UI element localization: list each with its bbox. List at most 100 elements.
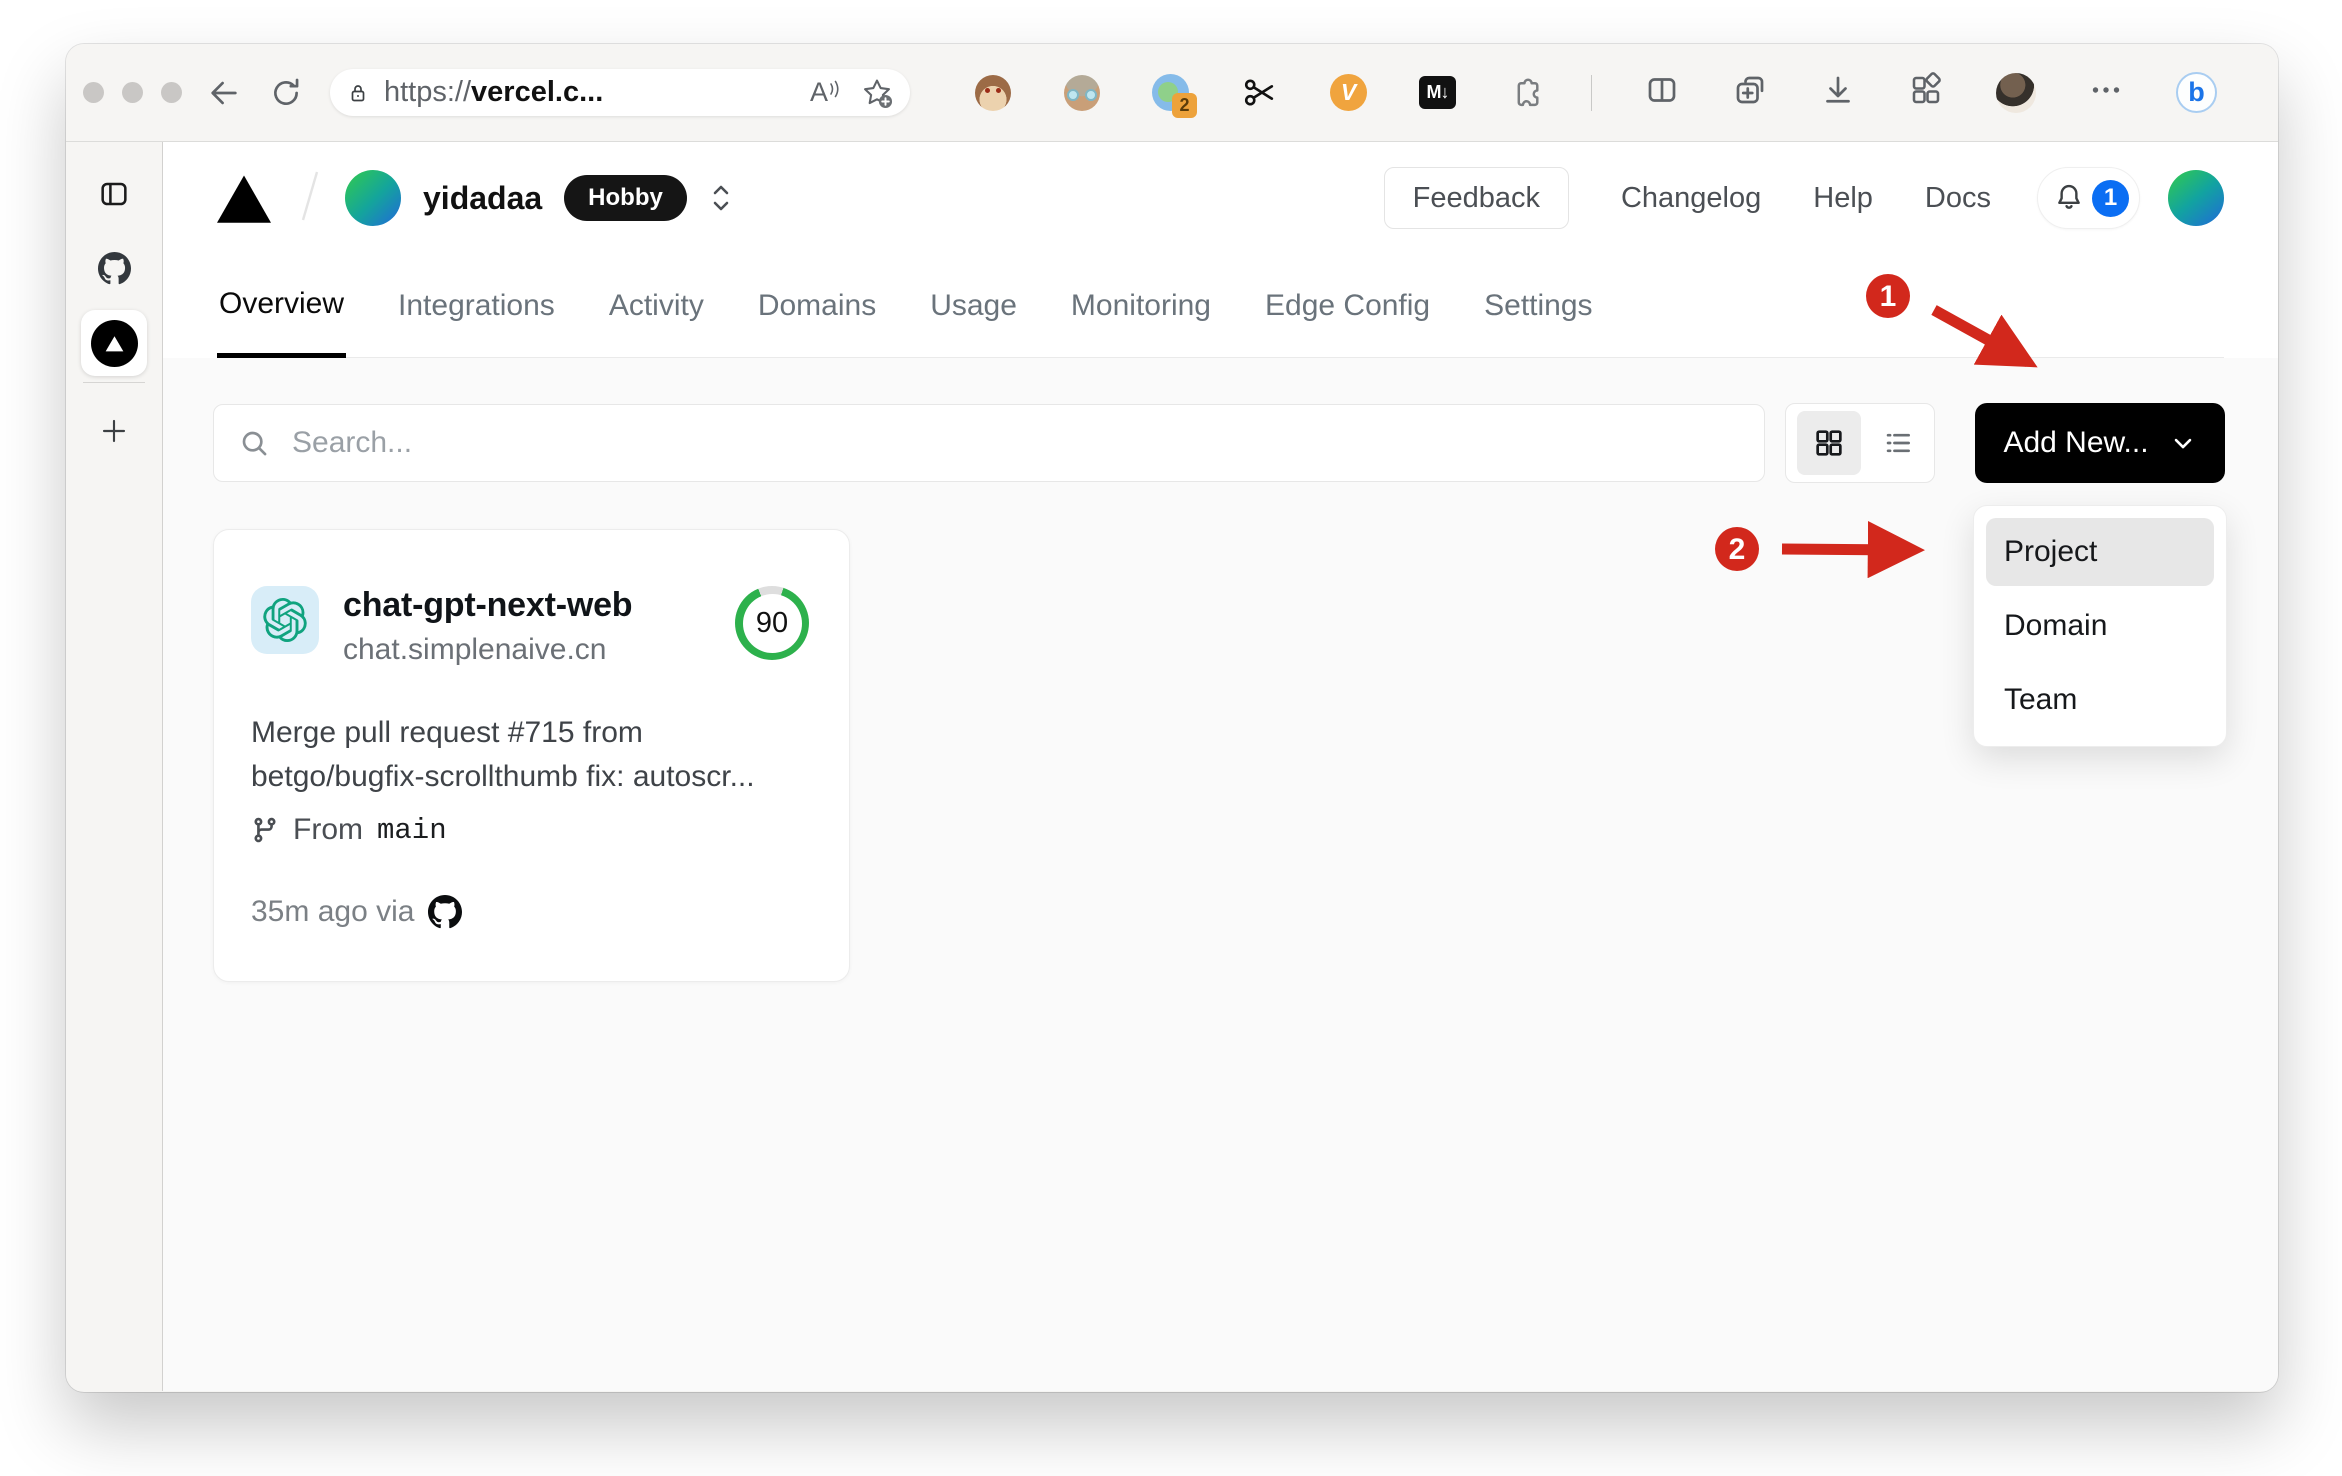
close-window-button[interactable]: [83, 82, 104, 103]
back-arrow-icon: [211, 81, 237, 104]
ellipsis-icon: [2092, 87, 2120, 93]
user-avatar[interactable]: [2168, 170, 2224, 226]
vercel-tab-favicon: [90, 319, 138, 367]
feedback-button[interactable]: Feedback: [1383, 167, 1569, 229]
extension-icons: 2 V M↓: [974, 74, 1545, 118]
sidebar-tab-github[interactable]: [97, 252, 131, 285]
deploy-meta: 35m ago via: [251, 895, 809, 929]
scissors-glyph: [1244, 79, 1274, 106]
puzzle-glyph: [1517, 78, 1539, 107]
team-name[interactable]: yidadaa: [423, 180, 542, 217]
url-domain: vercel.c...: [471, 76, 604, 108]
project-domain[interactable]: chat.simplenaive.cn: [343, 633, 725, 667]
window-controls: [83, 82, 182, 103]
extensions-puzzle-icon[interactable]: [1508, 74, 1545, 111]
tab-overview[interactable]: Overview: [217, 254, 347, 358]
avatar-extension-icon[interactable]: [1063, 74, 1100, 111]
tab-edge-config[interactable]: Edge Config: [1263, 254, 1432, 357]
apps-grid-button[interactable]: [1908, 72, 1944, 113]
split-screen-icon: [1648, 78, 1676, 102]
toolbar-divider: [1591, 74, 1592, 111]
commit-line-1: Merge pull request #715 from: [251, 716, 643, 749]
reload-icon: [274, 78, 299, 105]
changelog-link[interactable]: Changelog: [1621, 182, 1761, 215]
tab-domains[interactable]: Domains: [756, 254, 878, 357]
url-text[interactable]: https://vercel.c...: [384, 76, 810, 109]
overview-content: Add New... chat-gpt-next-web chat.simple…: [163, 358, 2278, 1391]
search-box[interactable]: [213, 404, 1765, 482]
browser-action-icons: b: [1644, 72, 2217, 113]
back-button[interactable]: [204, 73, 244, 113]
scissors-extension-icon[interactable]: [1241, 74, 1278, 111]
zoom-window-button[interactable]: [161, 82, 182, 103]
branch-row: From main: [251, 813, 809, 847]
markdown-label: M↓: [1419, 76, 1456, 109]
v-extension-icon[interactable]: V: [1330, 74, 1367, 111]
browser-profile-avatar[interactable]: [1996, 72, 2036, 113]
address-bar[interactable]: https://vercel.c... A: [330, 69, 910, 116]
bing-chat-button[interactable]: b: [2176, 72, 2217, 113]
team-avatar[interactable]: [345, 170, 401, 226]
minimize-window-button[interactable]: [122, 82, 143, 103]
sidebar-pane-toggle-button[interactable]: [98, 178, 130, 215]
extension-badge: 2: [1172, 93, 1197, 118]
score-ring[interactable]: 90: [735, 586, 809, 660]
split-screen-button[interactable]: [1644, 72, 1680, 113]
tab-activity[interactable]: Activity: [607, 254, 706, 357]
search-input[interactable]: [292, 426, 1740, 460]
browser-window: https://vercel.c... A 2 V M↓ b yidadaa H…: [66, 44, 2278, 1392]
view-toggle: [1785, 403, 1935, 483]
list-view-button[interactable]: [1873, 411, 1923, 475]
grid-view-icon: [1816, 430, 1843, 456]
vercel-page: yidadaa Hobby Feedback Changelog Help Do…: [163, 142, 2278, 1391]
browser-toolbar: https://vercel.c... A 2 V M↓ b: [66, 44, 2278, 142]
screenshot-stage: https://vercel.c... A 2 V M↓ b yidadaa H…: [0, 0, 2342, 1476]
monkey-extension-icon[interactable]: [974, 74, 1011, 111]
add-to-collection-button[interactable]: [1732, 72, 1768, 113]
vercel-site-header: yidadaa Hobby Feedback Changelog Help Do…: [163, 142, 2278, 358]
project-card[interactable]: chat-gpt-next-web chat.simplenaive.cn 90…: [213, 529, 850, 982]
tab-usage[interactable]: Usage: [928, 254, 1019, 357]
plus-icon: [102, 419, 126, 443]
search-icon: [242, 431, 267, 456]
vercel-logo[interactable]: [217, 173, 271, 223]
tab-settings[interactable]: Settings: [1482, 254, 1594, 357]
git-branch-icon: [254, 817, 276, 843]
score-value: 90: [742, 593, 802, 653]
bell-icon: [2058, 184, 2080, 209]
blue-green-extension-icon[interactable]: 2: [1152, 74, 1197, 118]
notifications-button[interactable]: 1: [2037, 167, 2140, 229]
window-body: yidadaa Hobby Feedback Changelog Help Do…: [66, 142, 2278, 1391]
docs-link[interactable]: Docs: [1925, 182, 1991, 215]
copy-add-icon: [1736, 76, 1764, 104]
favorites-button[interactable]: [860, 76, 894, 110]
help-link[interactable]: Help: [1813, 182, 1873, 215]
more-menu-button[interactable]: [2088, 72, 2124, 113]
project-card-titles: chat-gpt-next-web chat.simplenaive.cn: [343, 586, 725, 667]
tab-integrations[interactable]: Integrations: [396, 254, 557, 357]
downloads-button[interactable]: [1820, 72, 1856, 113]
reader-waves-icon: [830, 80, 839, 98]
list-view-icon: [1886, 433, 1910, 453]
deploy-time: 35m ago via: [251, 895, 415, 928]
reload-button[interactable]: [266, 73, 306, 113]
add-new-button[interactable]: Add New...: [1975, 403, 2225, 483]
vercel-triangle-icon: [105, 335, 123, 351]
header-right-nav: Feedback Changelog Help Docs 1: [1383, 167, 2224, 229]
breadcrumb-slash: [297, 168, 323, 229]
openai-logo-icon: [263, 598, 307, 642]
notification-count-badge: 1: [2092, 179, 2129, 217]
immersive-reader-button[interactable]: A: [810, 77, 840, 108]
new-tab-button[interactable]: [98, 415, 130, 447]
menu-item-domain[interactable]: Domain: [1986, 592, 2214, 660]
tab-monitoring[interactable]: Monitoring: [1069, 254, 1213, 357]
apps-grid-icon: [1912, 72, 1941, 104]
project-name[interactable]: chat-gpt-next-web: [343, 586, 725, 625]
markdown-extension-icon[interactable]: M↓: [1419, 74, 1456, 111]
sidebar-tab-vercel-active[interactable]: [81, 310, 147, 376]
grid-view-button[interactable]: [1797, 411, 1862, 475]
menu-item-team[interactable]: Team: [1986, 666, 2214, 734]
lock-icon[interactable]: [346, 81, 370, 105]
menu-item-project[interactable]: Project: [1986, 518, 2214, 586]
team-switcher-button[interactable]: [703, 176, 739, 220]
